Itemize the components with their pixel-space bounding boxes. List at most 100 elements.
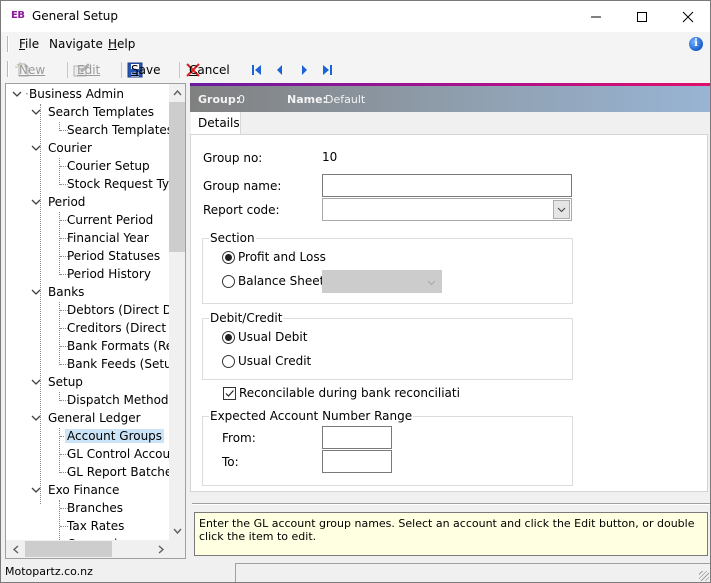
toolbar-grip[interactable]: [7, 61, 9, 77]
account-range-title: Expected Account Number Range: [209, 409, 414, 423]
scroll-down-icon[interactable]: [173, 528, 182, 535]
tree-leaf[interactable]: Branches: [67, 499, 123, 517]
usual-debit-radio[interactable]: Usual Debit: [222, 330, 307, 344]
tree-leaf-label: Bank Feeds (Setup A: [67, 357, 169, 371]
menu-navigate[interactable]: Navigate: [49, 37, 103, 51]
group-name-input[interactable]: [322, 174, 572, 197]
chevron-down-icon[interactable]: [12, 85, 22, 103]
close-icon: [682, 11, 694, 22]
chevron-down-icon[interactable]: [31, 481, 41, 499]
tree-leaf-label: Creditors (Direct Cr: [67, 321, 169, 335]
tree-leaf[interactable]: Bank Formats (Reco: [67, 337, 169, 355]
tree-leaf[interactable]: Current Period: [67, 211, 153, 229]
tree-leaf[interactable]: Dispatch Methods: [67, 391, 169, 409]
usual-credit-radio[interactable]: Usual Credit: [222, 354, 311, 368]
tree-connector: [59, 302, 60, 365]
tree-vertical-scrollbar[interactable]: [169, 84, 185, 540]
tree-horizontal-scrollbar[interactable]: [6, 540, 169, 558]
tree-leaf[interactable]: GL Report Batches: [67, 463, 169, 481]
tree-leaf-label: Financial Year: [67, 231, 149, 245]
edit-label: Edit: [77, 63, 101, 77]
menu-help-rest: elp: [117, 37, 136, 51]
vertical-scroll-thumb[interactable]: [169, 102, 185, 252]
reconcilable-checkbox[interactable]: Reconcilable during bank reconciliati: [223, 386, 460, 400]
horizontal-scroll-thumb[interactable]: [25, 541, 112, 557]
report-code-combo[interactable]: [322, 198, 572, 221]
debit-credit-groupbox: Debit/Credit Usual Debit Usual Credit: [202, 311, 573, 380]
next-record-icon[interactable]: [297, 63, 311, 77]
chevron-down-icon[interactable]: [31, 409, 41, 427]
tree-leaf[interactable]: Bank Feeds (Setup A: [67, 355, 169, 373]
cancel-button[interactable]: Cancel: [185, 60, 230, 80]
menu-file[interactable]: File: [19, 37, 39, 51]
splitter[interactable]: [192, 503, 710, 505]
resize-grip[interactable]: [699, 571, 709, 581]
balance-sheet-radio[interactable]: Balance Sheet: [222, 274, 324, 288]
last-record-icon[interactable]: [320, 63, 334, 77]
from-input[interactable]: [322, 426, 392, 449]
tree-leaf[interactable]: Debtors (Direct Debit: [67, 301, 169, 319]
to-label: To:: [222, 455, 239, 469]
chevron-down-icon[interactable]: [31, 373, 41, 391]
save-button[interactable]: Save: [127, 60, 160, 80]
first-record-icon[interactable]: [250, 63, 264, 77]
tree-leaf[interactable]: Stock Request Type: [67, 175, 169, 193]
chevron-down-icon: [427, 280, 436, 286]
tree-leaf[interactable]: GL Control Account: [67, 445, 169, 463]
info-icon[interactable]: i: [689, 37, 703, 51]
tree-connector: [40, 104, 41, 504]
tree-leaf-label: Dispatch Methods: [67, 393, 169, 407]
tree-leaf-label: Current Period: [67, 213, 154, 227]
report-code-label: Report code:: [203, 203, 280, 217]
profit-and-loss-label: Profit and Loss: [238, 250, 326, 264]
tree-leaf[interactable]: Creditors (Direct Cr: [67, 319, 169, 337]
chevron-down-icon[interactable]: [31, 139, 41, 157]
app-logo: EB: [11, 10, 25, 21]
close-button[interactable]: [665, 1, 711, 32]
chevron-down-icon[interactable]: [31, 103, 41, 121]
tree-leaf[interactable]: Tax Rates: [67, 517, 124, 535]
menu-help[interactable]: Help: [108, 37, 135, 51]
minimize-button[interactable]: [573, 1, 619, 32]
tab-details[interactable]: Details: [191, 112, 241, 135]
navigation-tree[interactable]: · Business Admin Search Templates Search…: [5, 83, 186, 559]
tree-leaf-label: GL Control Account: [67, 447, 169, 461]
name-label: Name:: [287, 93, 327, 106]
tree-leaf-label: Search Templates: [67, 123, 169, 137]
chevron-down-icon[interactable]: [31, 193, 41, 211]
tree-node-label: Business Admin: [29, 87, 124, 101]
scroll-left-icon[interactable]: [12, 545, 19, 554]
toolbar-separator: [179, 62, 180, 78]
group-no-value: 10: [322, 150, 338, 164]
tree-leaf[interactable]: Financial Year: [67, 229, 149, 247]
balance-sheet-label: Balance Sheet: [238, 274, 325, 288]
report-code-dropdown-button[interactable]: [553, 200, 570, 219]
status-panel: [235, 563, 710, 582]
menu-grip[interactable]: [7, 36, 9, 52]
tree-leaf[interactable]: Period Statuses: [67, 247, 160, 265]
new-button[interactable]: New: [15, 60, 45, 80]
tree-node-label: General Ledger: [48, 411, 141, 425]
tree-leaf-label: Account Groups: [65, 429, 165, 443]
tree-leaf-label: Period Statuses: [67, 249, 161, 263]
tree-leaf-label: Tax Rates: [67, 519, 125, 533]
profit-and-loss-radio[interactable]: Profit and Loss: [222, 250, 326, 264]
radio-checked-icon: [222, 250, 235, 264]
edit-button[interactable]: Edit: [73, 60, 100, 80]
previous-record-icon[interactable]: [273, 63, 287, 77]
scroll-right-icon[interactable]: [158, 545, 165, 554]
tree-leaf[interactable]: Courier Setup: [67, 157, 150, 175]
tree-leaf[interactable]: Period History: [67, 265, 151, 283]
toolbar-separator: [121, 62, 122, 78]
reconcilable-label: Reconcilable during bank reconciliati: [239, 386, 460, 400]
tree-leaf[interactable]: Search Templates: [67, 121, 169, 139]
chevron-down-icon[interactable]: [31, 283, 41, 301]
to-input[interactable]: [322, 450, 392, 473]
tree-leaf-label: Period History: [67, 267, 151, 281]
balance-sheet-combo[interactable]: [322, 270, 442, 293]
maximize-button[interactable]: [619, 1, 665, 32]
tree-leaf-selected[interactable]: Account Groups: [65, 427, 165, 445]
status-company: Motopartz.co.nz: [5, 565, 93, 578]
record-header: Group: 0 Name: Default: [190, 86, 710, 112]
scroll-up-icon[interactable]: [173, 89, 182, 96]
